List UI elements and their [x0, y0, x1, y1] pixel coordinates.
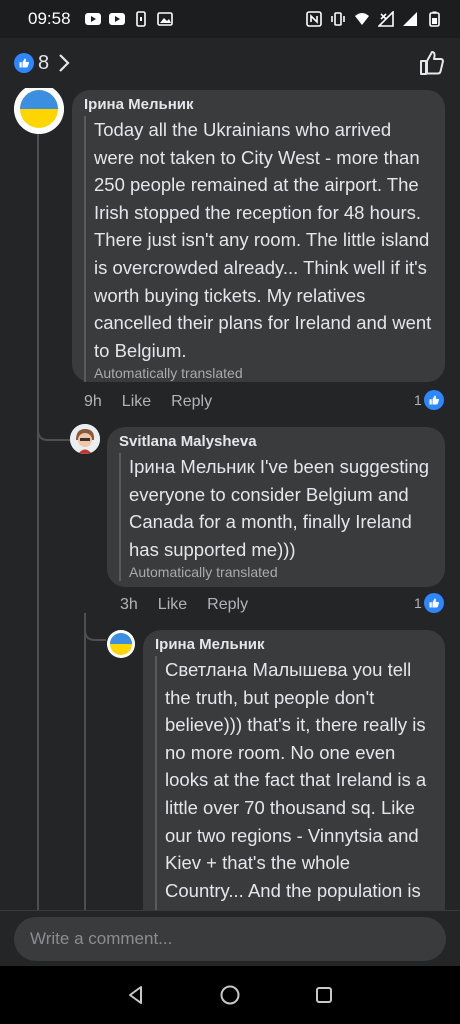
like-button[interactable]: Like — [122, 393, 151, 411]
comment-actions: 9h Like Reply — [84, 393, 212, 411]
chevron-right-icon[interactable] — [57, 52, 71, 74]
thread-connector — [37, 418, 71, 441]
avatar[interactable] — [70, 424, 100, 454]
reply-button[interactable]: Reply — [207, 596, 248, 614]
vibrate-icon — [331, 12, 345, 26]
mention-link[interactable]: Ірина Мельник — [129, 456, 255, 477]
signal-icon — [403, 12, 417, 26]
comment-input[interactable] — [14, 917, 446, 961]
comment-bubble[interactable]: Svitlana Malysheva Ірина Мельник I've be… — [107, 427, 445, 587]
phone-icon — [135, 11, 146, 27]
comment-thread: Ірина Мельник Today all the Ukrainians w… — [0, 88, 460, 910]
comment-author[interactable]: Svitlana Malysheva — [119, 433, 433, 451]
status-time: 09:58 — [28, 9, 71, 28]
thread-line — [37, 128, 39, 910]
signal-off-icon — [378, 11, 394, 27]
reaction-count[interactable]: 1 — [414, 593, 444, 613]
like-badge-icon — [423, 593, 444, 613]
comment-bubble[interactable]: Ірина Мельник Today all the Ukrainians w… — [72, 90, 445, 383]
thread-line — [84, 613, 86, 910]
like-badge-icon — [423, 390, 444, 410]
comment-actions: 3h Like Reply — [120, 596, 248, 614]
nfc-icon — [306, 11, 322, 27]
comment-bubble[interactable]: Ірина Мельник Светлана Малышева you tell… — [143, 630, 445, 910]
youtube-icon — [84, 13, 101, 25]
translation-note[interactable]: Automatically translated — [119, 563, 433, 582]
comment-text: Светлана Малышева you tell the truth, bu… — [155, 656, 433, 910]
like-badge-icon — [14, 53, 34, 73]
avatar[interactable] — [107, 630, 135, 658]
status-bar: 09:58 — [0, 0, 460, 38]
comment-time: 3h — [120, 596, 138, 613]
wifi-icon — [355, 13, 369, 25]
thread-connector — [84, 622, 106, 641]
reply-button[interactable]: Reply — [171, 393, 212, 411]
comment-text: Today all the Ukrainians who arrived wer… — [84, 116, 433, 365]
mention-link[interactable]: Светлана Малышева — [165, 659, 348, 680]
like-count: 8 — [38, 51, 50, 74]
comment-text: Ірина Мельник I've been suggesting every… — [119, 453, 433, 564]
reactions-header[interactable]: 8 — [0, 38, 460, 88]
reaction-count[interactable]: 1 — [414, 390, 444, 410]
home-icon[interactable] — [219, 984, 241, 1006]
battery-icon — [429, 11, 440, 27]
back-icon[interactable] — [126, 985, 146, 1005]
like-outline-icon[interactable] — [418, 49, 446, 77]
translation-note[interactable]: Automatically translated — [84, 364, 433, 383]
avatar[interactable] — [14, 88, 64, 134]
comment-author[interactable]: Ірина Мельник — [84, 96, 433, 114]
like-button[interactable]: Like — [158, 596, 187, 614]
comment-composer — [0, 910, 460, 966]
comment-body: you tell the truth, but people don't bel… — [165, 659, 427, 910]
comment-time: 9h — [84, 393, 102, 410]
system-nav-bar — [0, 966, 460, 1024]
comment-author[interactable]: Ірина Мельник — [155, 636, 433, 654]
youtube-icon — [108, 13, 125, 25]
image-icon — [156, 12, 173, 26]
recents-icon[interactable] — [314, 985, 334, 1005]
